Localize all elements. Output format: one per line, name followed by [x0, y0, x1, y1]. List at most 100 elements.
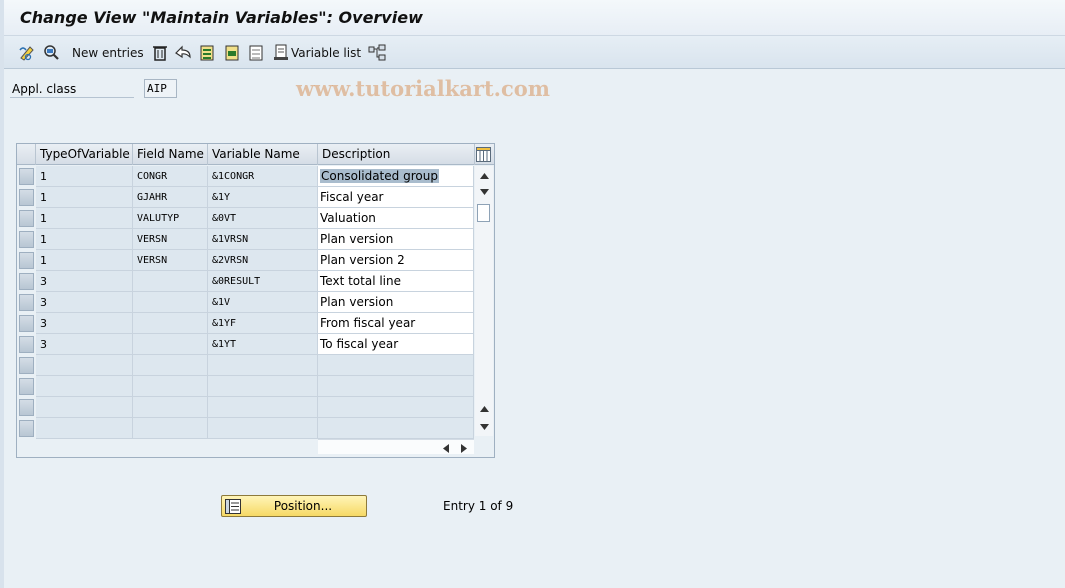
cell-description[interactable]	[318, 418, 474, 439]
scrollbar-thumb[interactable]	[477, 204, 490, 222]
table-row: 3 &1V Plan version	[17, 292, 475, 313]
row-selector[interactable]	[19, 399, 34, 416]
cell-field-name[interactable]: CONGR	[133, 166, 208, 187]
table-header: TypeOfVariable Field Name Variable Name …	[17, 144, 494, 165]
cell-type[interactable]: 3	[36, 334, 133, 355]
application-toolbar: New entries Variable list www.tutorialka…	[4, 36, 1065, 101]
cell-type[interactable]	[36, 376, 133, 397]
cell-field-name[interactable]	[133, 376, 208, 397]
scroll-up-button[interactable]	[478, 402, 490, 416]
column-header-variable-name[interactable]: Variable Name	[208, 144, 318, 165]
variable-list-button[interactable]: Variable list	[273, 44, 361, 62]
cell-variable-name[interactable]: &1Y	[208, 187, 318, 208]
details-button[interactable]	[42, 44, 60, 62]
horizontal-scrollbar[interactable]	[318, 439, 474, 454]
structure-icon	[368, 44, 386, 61]
row-selector[interactable]	[19, 252, 34, 269]
cell-type[interactable]	[36, 418, 133, 439]
cell-description[interactable]	[318, 376, 474, 397]
cell-field-name[interactable]: VERSN	[133, 250, 208, 271]
position-button[interactable]: Position...	[221, 495, 367, 517]
cell-description[interactable]: Consolidated group	[318, 166, 474, 187]
arrow-up-icon	[479, 406, 489, 412]
scroll-page-up-button[interactable]	[478, 169, 490, 183]
cell-variable-name[interactable]: &1VRSN	[208, 229, 318, 250]
column-header-field-name[interactable]: Field Name	[133, 144, 208, 165]
cell-description[interactable]: Valuation	[318, 208, 474, 229]
delete-button[interactable]	[152, 44, 168, 62]
display-change-button[interactable]	[18, 44, 36, 62]
table-settings-icon[interactable]	[476, 147, 491, 162]
cell-variable-name[interactable]	[208, 376, 318, 397]
new-entries-button[interactable]: New entries	[72, 44, 144, 62]
cell-variable-name[interactable]: &0VT	[208, 208, 318, 229]
row-selector[interactable]	[19, 168, 34, 185]
cell-type[interactable]: 3	[36, 271, 133, 292]
row-selector[interactable]	[19, 420, 34, 437]
cell-variable-name[interactable]	[208, 355, 318, 376]
cell-variable-name[interactable]: &1V	[208, 292, 318, 313]
cell-type[interactable]: 1	[36, 208, 133, 229]
scroll-left-button[interactable]	[440, 442, 452, 454]
cell-type[interactable]: 3	[36, 292, 133, 313]
cell-type[interactable]: 1	[36, 229, 133, 250]
cell-field-name[interactable]: VALUTYP	[133, 208, 208, 229]
cell-description[interactable]	[318, 355, 474, 376]
row-selector[interactable]	[19, 231, 34, 248]
column-header-description[interactable]: Description	[318, 144, 475, 165]
row-selector[interactable]	[19, 378, 34, 395]
select-all-rows-corner[interactable]	[17, 144, 36, 165]
cell-type[interactable]	[36, 397, 133, 418]
cell-field-name[interactable]	[133, 313, 208, 334]
cell-variable-name[interactable]: &1CONGR	[208, 166, 318, 187]
cell-type[interactable]: 3	[36, 313, 133, 334]
scroll-down-top-button[interactable]	[478, 185, 490, 199]
row-selector[interactable]	[19, 294, 34, 311]
cell-description[interactable]: Text total line	[318, 271, 474, 292]
cell-field-name[interactable]	[133, 397, 208, 418]
cell-description[interactable]	[318, 397, 474, 418]
column-header-type[interactable]: TypeOfVariable	[36, 144, 133, 165]
cell-description[interactable]: Plan version	[318, 229, 474, 250]
cell-description[interactable]: Plan version	[318, 292, 474, 313]
row-selector[interactable]	[19, 189, 34, 206]
cell-variable-name[interactable]	[208, 418, 318, 439]
select-all-button[interactable]	[199, 44, 215, 62]
selected-text: Consolidated group	[320, 169, 439, 183]
cell-description[interactable]: To fiscal year	[318, 334, 474, 355]
cell-variable-name[interactable]: &1YT	[208, 334, 318, 355]
cell-description[interactable]: Fiscal year	[318, 187, 474, 208]
cell-variable-name[interactable]: &1YF	[208, 313, 318, 334]
cell-variable-name[interactable]: &2VRSN	[208, 250, 318, 271]
scroll-right-button[interactable]	[458, 442, 470, 454]
appl-class-field[interactable]: AIP	[144, 79, 177, 98]
cell-field-name[interactable]	[133, 292, 208, 313]
row-selector[interactable]	[19, 315, 34, 332]
structure-button[interactable]	[368, 44, 386, 62]
select-block-button[interactable]	[224, 44, 240, 62]
cell-description[interactable]: From fiscal year	[318, 313, 474, 334]
cell-type[interactable]	[36, 355, 133, 376]
cell-description[interactable]: Plan version 2	[318, 250, 474, 271]
cell-field-name[interactable]	[133, 334, 208, 355]
display-change-icon	[19, 46, 34, 61]
cell-field-name[interactable]: GJAHR	[133, 187, 208, 208]
cell-type[interactable]: 1	[36, 250, 133, 271]
cell-variable-name[interactable]: &0RESULT	[208, 271, 318, 292]
cell-variable-name[interactable]	[208, 397, 318, 418]
cell-field-name[interactable]: VERSN	[133, 229, 208, 250]
cell-field-name[interactable]	[133, 271, 208, 292]
row-selector[interactable]	[19, 336, 34, 353]
row-selector[interactable]	[19, 273, 34, 290]
title-bar: Change View "Maintain Variables": Overvi…	[4, 0, 1065, 36]
row-selector[interactable]	[19, 357, 34, 374]
undo-button[interactable]	[174, 44, 192, 62]
vertical-scrollbar[interactable]	[475, 166, 493, 436]
cell-field-name[interactable]	[133, 355, 208, 376]
cell-type[interactable]: 1	[36, 166, 133, 187]
scroll-down-button[interactable]	[478, 420, 490, 434]
row-selector[interactable]	[19, 210, 34, 227]
deselect-all-button[interactable]	[248, 44, 264, 62]
cell-field-name[interactable]	[133, 418, 208, 439]
cell-type[interactable]: 1	[36, 187, 133, 208]
